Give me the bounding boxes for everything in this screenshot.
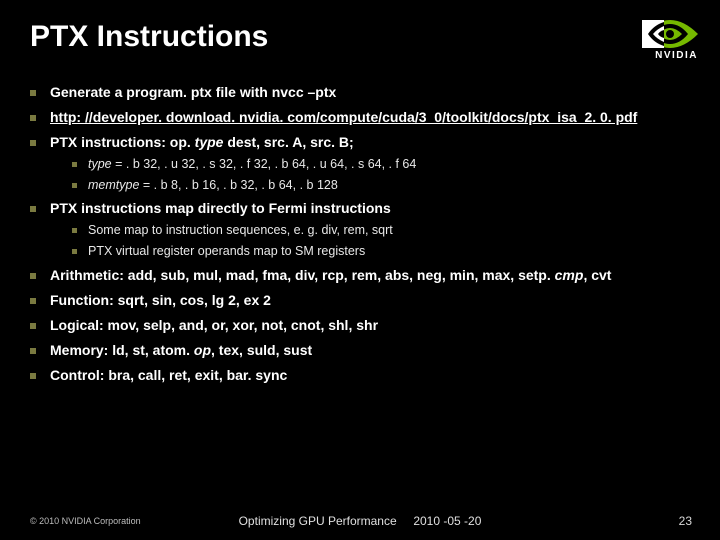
bullet-list: Generate a program. ptx file with nvcc –… <box>30 83 690 385</box>
list-item: Control: bra, call, ret, exit, bar. sync <box>50 366 690 385</box>
slide: PTX Instructions NVIDIA Generate a p <box>0 0 720 540</box>
list-item: Generate a program. ptx file with nvcc –… <box>50 83 690 102</box>
footer-center: Optimizing GPU Performance 2010 -05 -20 <box>239 514 482 528</box>
list-item: Memory: ld, st, atom. op, tex, suld, sus… <box>50 341 690 360</box>
footer-title: Optimizing GPU Performance <box>239 514 397 528</box>
nvidia-eye-icon <box>642 20 698 48</box>
footer: © 2010 NVIDIA Corporation Optimizing GPU… <box>0 516 720 526</box>
list-item: memtype = . b 8, . b 16, . b 32, . b 64,… <box>88 177 690 194</box>
list-item: http: //developer. download. nvidia. com… <box>50 108 690 127</box>
footer-date: 2010 -05 -20 <box>413 514 481 528</box>
list-item: Logical: mov, selp, and, or, xor, not, c… <box>50 316 690 335</box>
sub-list: type = . b 32, . u 32, . s 32, . f 32, .… <box>50 156 690 194</box>
list-item: Arithmetic: add, sub, mul, mad, fma, div… <box>50 266 690 285</box>
page-number: 23 <box>679 514 692 528</box>
list-item: Function: sqrt, sin, cos, lg 2, ex 2 <box>50 291 690 310</box>
nvidia-logo: NVIDIA <box>642 20 698 61</box>
list-item: PTX instructions: op. type dest, src. A,… <box>50 133 690 194</box>
list-item: PTX virtual register operands map to SM … <box>88 243 690 260</box>
copyright: © 2010 NVIDIA Corporation <box>0 516 141 526</box>
list-item: Some map to instruction sequences, e. g.… <box>88 222 690 239</box>
list-item: type = . b 32, . u 32, . s 32, . f 32, .… <box>88 156 690 173</box>
link-text: http: //developer. download. nvidia. com… <box>50 109 637 125</box>
sub-list: Some map to instruction sequences, e. g.… <box>50 222 690 260</box>
slide-title: PTX Instructions <box>30 20 268 54</box>
list-item: PTX instructions map directly to Fermi i… <box>50 199 690 260</box>
header: PTX Instructions NVIDIA <box>30 20 690 61</box>
nvidia-logo-text: NVIDIA <box>655 50 698 61</box>
